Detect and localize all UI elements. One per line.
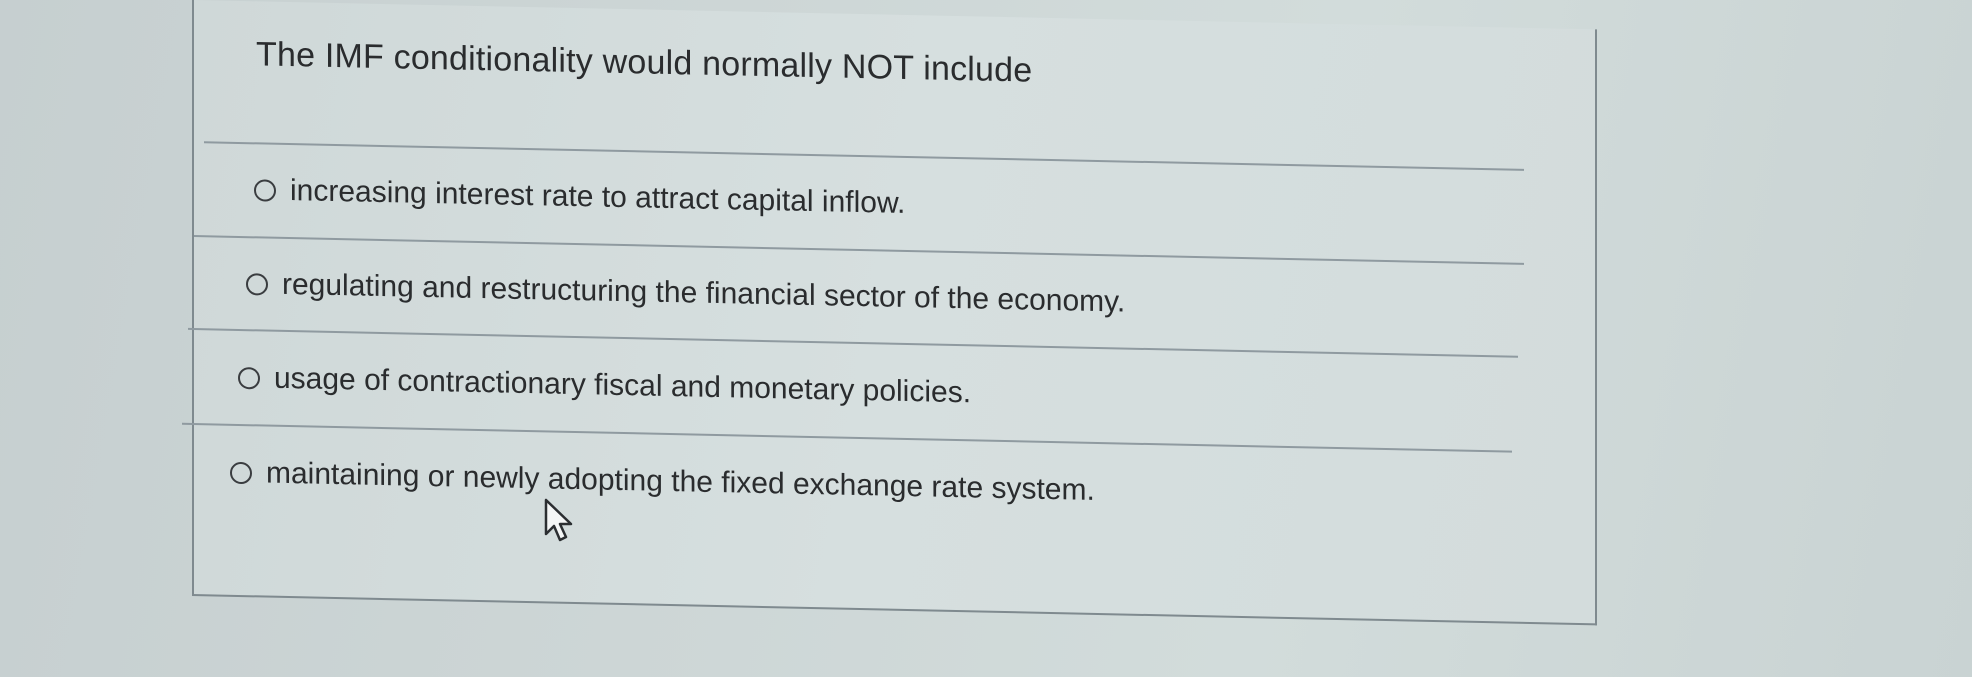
- radio-unselected-icon[interactable]: [238, 366, 260, 390]
- option-label: increasing interest rate to attract capi…: [290, 174, 906, 220]
- answer-option-4[interactable]: maintaining or newly adopting the fixed …: [230, 456, 1095, 508]
- radio-unselected-icon[interactable]: [246, 273, 268, 296]
- divider: [194, 235, 1524, 265]
- divider: [188, 327, 1518, 358]
- answer-option-2[interactable]: regulating and restructuring the financi…: [246, 267, 1125, 319]
- option-label: regulating and restructuring the financi…: [282, 267, 1126, 319]
- option-label: usage of contractionary fiscal and monet…: [274, 361, 972, 410]
- radio-unselected-icon[interactable]: [230, 461, 252, 485]
- quiz-question-panel: The IMF conditionality would normally NO…: [182, 0, 1597, 626]
- radio-unselected-icon[interactable]: [254, 179, 276, 202]
- answer-option-3[interactable]: usage of contractionary fiscal and monet…: [238, 361, 971, 410]
- divider: [182, 422, 1512, 453]
- option-label: maintaining or newly adopting the fixed …: [266, 456, 1095, 507]
- mouse-pointer-icon: [544, 498, 573, 542]
- question-title: The IMF conditionality would normally NO…: [256, 35, 1033, 90]
- answer-option-1[interactable]: increasing interest rate to attract capi…: [254, 173, 905, 221]
- divider: [204, 141, 1524, 171]
